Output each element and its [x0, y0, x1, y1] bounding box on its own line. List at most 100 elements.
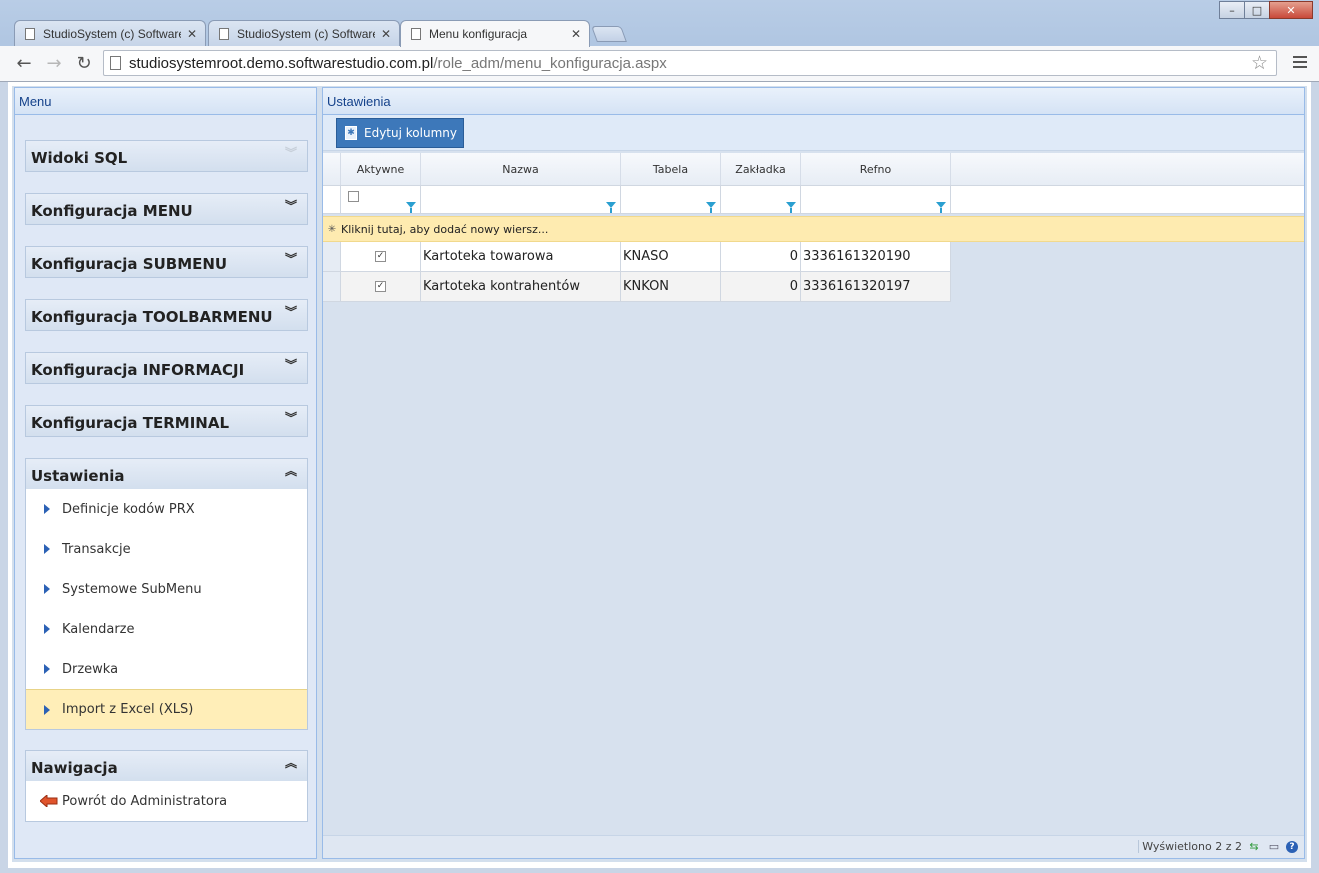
chevron-up-icon[interactable]: ︽ — [285, 753, 297, 773]
menu-item-transakcje[interactable]: Transakcje — [26, 529, 307, 569]
minimize-button[interactable]: – — [1219, 1, 1245, 19]
menu-item-powrot-do-administratora[interactable]: Powrót do Administratora — [26, 781, 307, 821]
menu-item-definicje-kodow-prx[interactable]: Definicje kodów PRX — [26, 489, 307, 529]
help-icon[interactable]: ? — [1286, 841, 1298, 853]
chevron-down-icon[interactable]: ︾ — [285, 249, 297, 269]
column-label: Refno — [859, 162, 892, 176]
column-header-aktywne[interactable]: Aktywne — [341, 153, 421, 185]
browser-chrome: – □ ✕ StudioSystem (c) Software ✕ Studio… — [0, 0, 1319, 82]
menu-group-widoki-sql[interactable]: Widoki SQL ︾ — [25, 140, 308, 172]
refresh-icon[interactable]: ⇆ — [1248, 841, 1260, 853]
menu-item-label: Transakcje — [62, 541, 131, 557]
grid-filter-row — [323, 186, 1304, 214]
grid-header-row: Aktywne Nazwa Tabela Zakładka Refno — [323, 153, 1304, 186]
tab-close-icon[interactable]: ✕ — [187, 27, 197, 41]
filter-nazwa[interactable] — [421, 186, 621, 213]
edit-columns-button[interactable]: ✱ Edytuj kolumny — [336, 118, 464, 148]
add-row-label: Kliknij tutaj, aby dodać nowy wiersz... — [341, 222, 549, 236]
menu-item-drzewka[interactable]: Drzewka — [26, 649, 307, 689]
table-row[interactable]: ✓ Kartoteka towarowa KNASO 0 33361613201… — [323, 242, 951, 272]
maximize-button[interactable]: □ — [1244, 1, 1270, 19]
group-label: Konfiguracja TOOLBARMENU — [31, 308, 273, 326]
column-label: Tabela — [652, 162, 689, 176]
filter-funnel-icon[interactable] — [606, 202, 616, 213]
page-icon — [25, 27, 35, 40]
group-header[interactable]: Konfiguracja INFORMACJI ︾ — [26, 353, 307, 383]
filter-funnel-icon[interactable] — [936, 202, 946, 213]
filter-tabela[interactable] — [621, 186, 721, 213]
chevron-down-icon[interactable]: ︾ — [285, 143, 297, 163]
filter-funnel-icon[interactable] — [706, 202, 716, 213]
browser-tab-1[interactable]: StudioSystem (c) Software ✕ — [14, 20, 206, 46]
menu-item-import-z-excel[interactable]: Import z Excel (XLS) — [26, 689, 307, 729]
edit-columns-label: Edytuj kolumny — [364, 126, 457, 140]
group-header[interactable]: Konfiguracja TERMINAL ︾ — [26, 406, 307, 436]
settings-panel-title: Ustawienia — [323, 88, 1304, 115]
cell-tabela[interactable]: KNASO — [621, 242, 721, 271]
address-bar[interactable]: studiosystemroot.demo.softwarestudio.com… — [103, 50, 1277, 76]
menu-group-konfiguracja-informacji[interactable]: Konfiguracja INFORMACJI ︾ — [25, 352, 308, 384]
group-header[interactable]: Konfiguracja SUBMENU ︾ — [26, 247, 307, 277]
menu-group-konfiguracja-toolbarmenu[interactable]: Konfiguracja TOOLBARMENU ︾ — [25, 299, 308, 331]
cell-zakladka[interactable]: 0 — [721, 272, 801, 301]
group-header[interactable]: Nawigacja ︽ — [26, 751, 307, 781]
table-row[interactable]: ✓ Kartoteka kontrahentów KNKON 0 3336161… — [323, 272, 951, 302]
back-arrow-icon[interactable]: ← — [12, 52, 36, 74]
cell-refno[interactable]: 3336161320197 — [801, 272, 951, 301]
settings-panel: Ustawienia ✱ Edytuj kolumny Aktywne Nazw… — [322, 87, 1305, 859]
forward-arrow-icon[interactable]: → — [42, 52, 66, 74]
cell-zakladka[interactable]: 0 — [721, 242, 801, 271]
chevron-up-icon[interactable]: ︽ — [285, 461, 297, 481]
filter-funnel-icon[interactable] — [786, 202, 796, 213]
filter-checkbox[interactable] — [348, 191, 359, 202]
export-icon[interactable]: ▭ — [1268, 841, 1280, 853]
browser-tab-3-active[interactable]: Menu konfiguracja ✕ — [400, 20, 590, 47]
group-header[interactable]: Konfiguracja TOOLBARMENU ︾ — [26, 300, 307, 330]
checkbox-checked[interactable]: ✓ — [375, 281, 386, 292]
browser-menu-icon[interactable] — [1293, 53, 1307, 71]
chevron-down-icon[interactable]: ︾ — [285, 355, 297, 375]
menu-item-kalendarze[interactable]: Kalendarze — [26, 609, 307, 649]
new-tab-button[interactable] — [591, 26, 627, 42]
tab-close-icon[interactable]: ✕ — [571, 27, 581, 41]
chevron-down-icon[interactable]: ︾ — [285, 408, 297, 428]
row-selector[interactable] — [323, 242, 341, 271]
group-header[interactable]: Konfiguracja MENU ︾ — [26, 194, 307, 224]
group-label: Konfiguracja MENU — [31, 202, 193, 220]
close-window-button[interactable]: ✕ — [1269, 1, 1313, 19]
cell-refno[interactable]: 3336161320190 — [801, 242, 951, 271]
menu-group-konfiguracja-submenu[interactable]: Konfiguracja SUBMENU ︾ — [25, 246, 308, 278]
filter-zakladka[interactable] — [721, 186, 801, 213]
cell-nazwa[interactable]: Kartoteka towarowa — [421, 242, 621, 271]
bookmark-star-icon[interactable]: ☆ — [1251, 52, 1268, 75]
cell-tabela[interactable]: KNKON — [621, 272, 721, 301]
cell-aktywne[interactable]: ✓ — [341, 242, 421, 271]
row-selector[interactable] — [323, 272, 341, 301]
page-icon — [219, 27, 229, 40]
tab-close-icon[interactable]: ✕ — [381, 27, 391, 41]
group-header[interactable]: Widoki SQL ︾ — [26, 141, 307, 171]
menu-item-systemowe-submenu[interactable]: Systemowe SubMenu — [26, 569, 307, 609]
column-header-nazwa[interactable]: Nazwa — [421, 153, 621, 185]
menu-group-konfiguracja-terminal[interactable]: Konfiguracja TERMINAL ︾ — [25, 405, 308, 437]
chevron-down-icon[interactable]: ︾ — [285, 302, 297, 322]
triangle-right-icon — [44, 504, 50, 514]
reload-icon[interactable]: ↻ — [72, 52, 96, 74]
group-label: Ustawienia — [31, 467, 125, 485]
menu-group-konfiguracja-menu[interactable]: Konfiguracja MENU ︾ — [25, 193, 308, 225]
column-header-refno[interactable]: Refno — [801, 153, 951, 185]
column-header-tabela[interactable]: Tabela — [621, 153, 721, 185]
add-new-row[interactable]: ✳ Kliknij tutaj, aby dodać nowy wiersz..… — [323, 216, 1304, 242]
checkbox-checked[interactable]: ✓ — [375, 251, 386, 262]
grid-toolbar: ✱ Edytuj kolumny — [323, 115, 1304, 151]
group-header[interactable]: Ustawienia ︽ — [26, 459, 307, 489]
filter-refno[interactable] — [801, 186, 951, 213]
chevron-down-icon[interactable]: ︾ — [285, 196, 297, 216]
browser-tab-2[interactable]: StudioSystem (c) Software ✕ — [208, 20, 400, 46]
page-icon — [110, 56, 121, 70]
filter-funnel-icon[interactable] — [406, 202, 416, 213]
cell-aktywne[interactable]: ✓ — [341, 272, 421, 301]
cell-nazwa[interactable]: Kartoteka kontrahentów — [421, 272, 621, 301]
column-header-zakladka[interactable]: Zakładka — [721, 153, 801, 185]
browser-toolbar: ← → ↻ studiosystemroot.demo.softwarestud… — [0, 46, 1319, 82]
